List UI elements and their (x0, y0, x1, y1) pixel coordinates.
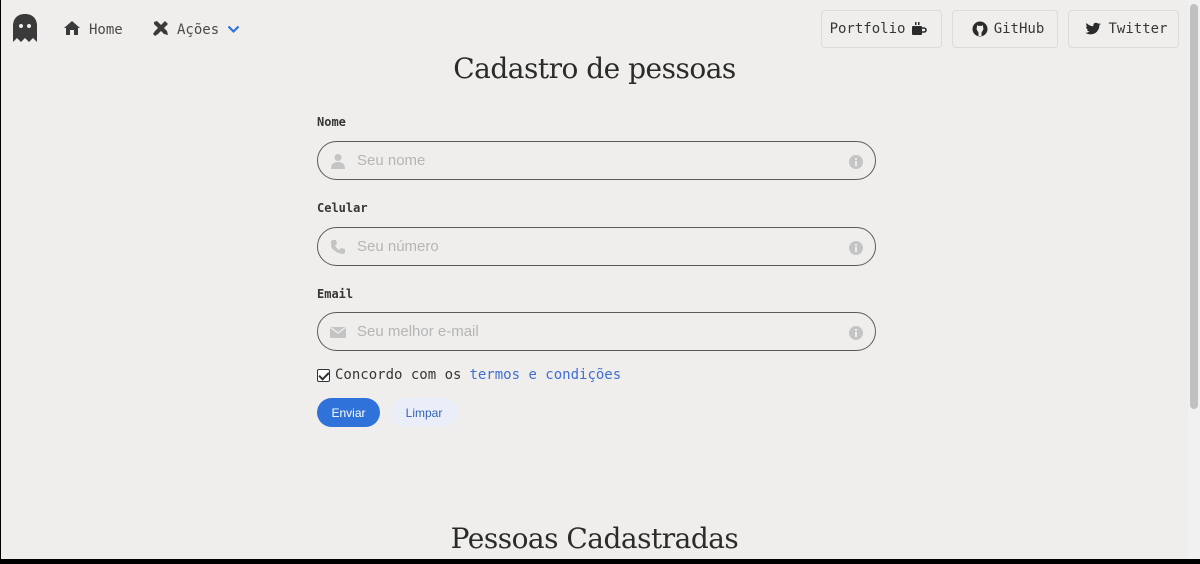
twitter-button[interactable]: Twitter (1068, 10, 1179, 48)
github-label: GitHub (993, 21, 1045, 37)
email-label: Email (317, 287, 354, 301)
twitter-icon (1085, 22, 1102, 36)
github-icon (972, 21, 988, 37)
info-icon (849, 325, 863, 340)
tools-icon (152, 20, 177, 41)
nome-label: Nome (317, 115, 346, 129)
portfolio-label: Portfolio (829, 21, 906, 37)
submit-button[interactable]: Enviar (317, 398, 380, 427)
ghost-icon[interactable] (12, 13, 38, 43)
portfolio-button[interactable]: Portfolio (821, 10, 942, 48)
email-field (317, 312, 876, 351)
home-icon (63, 20, 89, 40)
nav-home-link[interactable]: Home (63, 19, 123, 41)
terms-text: Concordo com os (335, 367, 462, 383)
page-title: Cadastro de pessoas (453, 52, 736, 85)
terms-row: Concordo com os termos e condições (317, 367, 621, 383)
celular-label: Celular (317, 201, 368, 215)
twitter-label: Twitter (1108, 21, 1168, 37)
terms-checkbox[interactable] (317, 368, 330, 382)
celular-input[interactable] (357, 228, 837, 265)
chevron-down-icon (227, 22, 248, 38)
app-window: Home Ações Portfolio GitHub Twitter Cada… (1, 0, 1188, 559)
envelope-icon (330, 324, 346, 340)
nome-input[interactable] (357, 142, 837, 179)
terms-link[interactable]: termos e condições (469, 367, 621, 383)
bottom-edge (0, 559, 1200, 564)
navbar: Home Ações Portfolio GitHub Twitter (1, 0, 1188, 58)
nome-field (317, 141, 876, 180)
coffee-icon (911, 21, 928, 37)
github-button[interactable]: GitHub (952, 10, 1058, 48)
nav-acoes-label: Ações (177, 22, 220, 38)
phone-icon (330, 239, 346, 255)
list-title: Pessoas Cadastradas (450, 522, 739, 555)
clear-button[interactable]: Limpar (390, 398, 458, 427)
nav-acoes-dropdown[interactable]: Ações (152, 19, 248, 41)
user-icon (330, 153, 346, 169)
email-input[interactable] (357, 313, 837, 350)
scrollbar-thumb[interactable] (1190, 4, 1198, 409)
celular-field (317, 227, 876, 266)
info-icon (849, 240, 863, 255)
info-icon (849, 154, 863, 169)
nav-home-label: Home (89, 22, 123, 38)
